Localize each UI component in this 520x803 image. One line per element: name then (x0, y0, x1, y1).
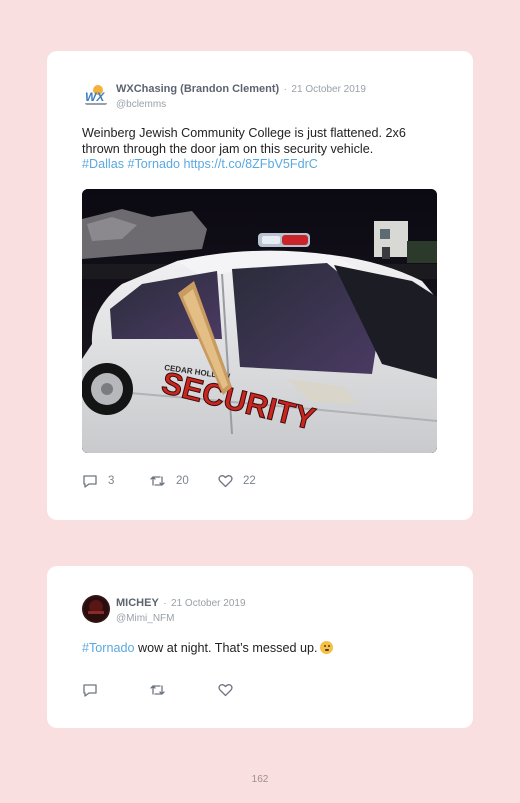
tweet-link[interactable]: https://t.co/8ZFbV5FdrC (184, 157, 318, 171)
hashtag-dallas[interactable]: #Dallas (82, 157, 124, 171)
avatar[interactable] (82, 595, 110, 623)
heart-icon (218, 683, 233, 697)
tweet-header: MICHEY · 21 October 2019 @Mimi_NFM (82, 593, 442, 624)
user-handle[interactable]: @bclemms (116, 99, 366, 110)
display-name[interactable]: MICHEY (116, 597, 159, 609)
separator: · (283, 84, 287, 95)
tweet-body: Weinberg Jewish Community College is jus… (82, 126, 406, 156)
user-handle[interactable]: @Mimi_NFM (116, 613, 246, 624)
hashtag-tornado[interactable]: #Tornado (128, 157, 181, 171)
confused-face-icon (320, 641, 334, 654)
retweet-count: 20 (176, 475, 189, 487)
like-button[interactable]: 22 (218, 474, 256, 488)
tweet-card: MICHEY · 21 October 2019 @Mimi_NFM #Torn… (47, 566, 473, 728)
retweet-icon (149, 474, 166, 488)
tweet-photo[interactable]: CEDAR HOLLOW SECURITY (82, 189, 437, 453)
tweet-header: WX WXChasing (Brandon Clement) · 21 Octo… (82, 79, 442, 110)
page-number: 162 (251, 774, 269, 785)
retweet-button[interactable]: 20 (149, 474, 189, 488)
heart-icon (218, 474, 233, 488)
retweet-button[interactable] (149, 683, 166, 697)
reply-button[interactable]: 3 (82, 474, 114, 488)
separator: · (163, 598, 167, 609)
reply-icon (82, 683, 98, 697)
reply-count: 3 (108, 475, 115, 487)
avatar[interactable]: WX (82, 81, 110, 109)
tweet-date[interactable]: 21 October 2019 (291, 84, 366, 95)
tweet-actions: 3 20 22 (82, 474, 382, 490)
retweet-icon (149, 683, 166, 697)
tweet-text: Weinberg Jewish Community College is jus… (82, 126, 442, 173)
display-name[interactable]: WXChasing (Brandon Clement) (116, 83, 279, 95)
svg-text:WX: WX (85, 90, 105, 104)
tweet-actions (82, 683, 382, 699)
reply-icon (82, 474, 98, 488)
reply-button[interactable] (82, 683, 98, 697)
tweet-text: #Tornado wow at night. That’s messed up. (82, 641, 442, 657)
like-count: 22 (243, 475, 256, 487)
like-button[interactable] (218, 683, 233, 697)
hashtag-tornado[interactable]: #Tornado (82, 641, 135, 655)
tweet-card: WX WXChasing (Brandon Clement) · 21 Octo… (47, 51, 473, 520)
tweet-date[interactable]: 21 October 2019 (171, 598, 246, 609)
tweet-body: wow at night. That’s messed up. (134, 641, 318, 655)
